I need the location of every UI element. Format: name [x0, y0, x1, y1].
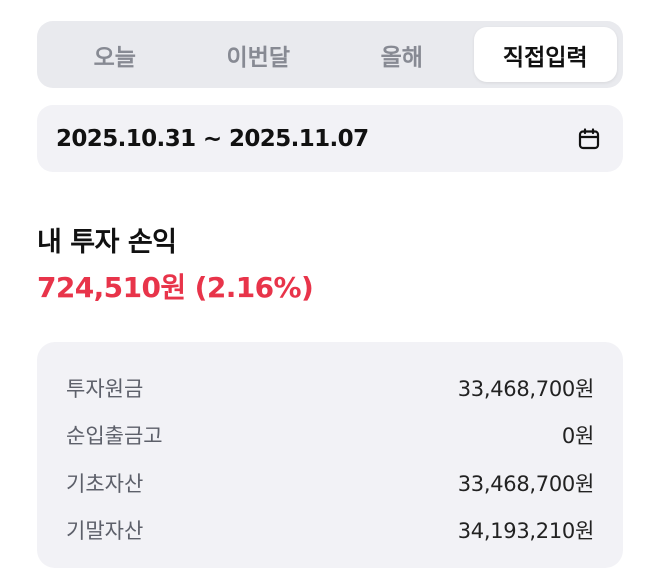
period-segmented-control: 오늘 이번달 올해 직접입력	[37, 21, 623, 88]
asset-detail-card: 투자원금 33,468,700원 순입출금고 0원 기초자산 33,468,70…	[37, 342, 623, 568]
detail-value: 34,193,210원	[457, 519, 595, 544]
detail-value: 33,468,700원	[457, 376, 595, 401]
tab-custom-range[interactable]: 직접입력	[473, 27, 617, 82]
detail-row-beginning-assets: 기초자산 33,468,700원	[66, 459, 594, 507]
detail-row-principal: 투자원금 33,468,700원	[66, 364, 594, 412]
date-range-text: 2025.10.31 ~ 2025.11.07	[56, 125, 369, 152]
profit-value: 724,510원 (2.16%)	[37, 271, 314, 304]
tab-today[interactable]: 오늘	[43, 27, 187, 82]
detail-label: 투자원금	[66, 376, 144, 401]
detail-label: 기말자산	[66, 519, 144, 544]
detail-value: 33,468,700원	[457, 471, 595, 496]
detail-row-ending-assets: 기말자산 34,193,210원	[66, 507, 594, 555]
tab-this-month[interactable]: 이번달	[187, 27, 331, 82]
tab-this-year[interactable]: 올해	[330, 27, 474, 82]
detail-row-net-flow: 순입출금고 0원	[66, 412, 594, 460]
date-range-picker[interactable]: 2025.10.31 ~ 2025.11.07	[37, 105, 623, 172]
detail-value: 0원	[561, 424, 594, 449]
detail-label: 기초자산	[66, 471, 144, 496]
calendar-icon[interactable]	[575, 125, 603, 153]
detail-label: 순입출금고	[66, 424, 163, 449]
profit-title: 내 투자 손익	[37, 227, 177, 258]
